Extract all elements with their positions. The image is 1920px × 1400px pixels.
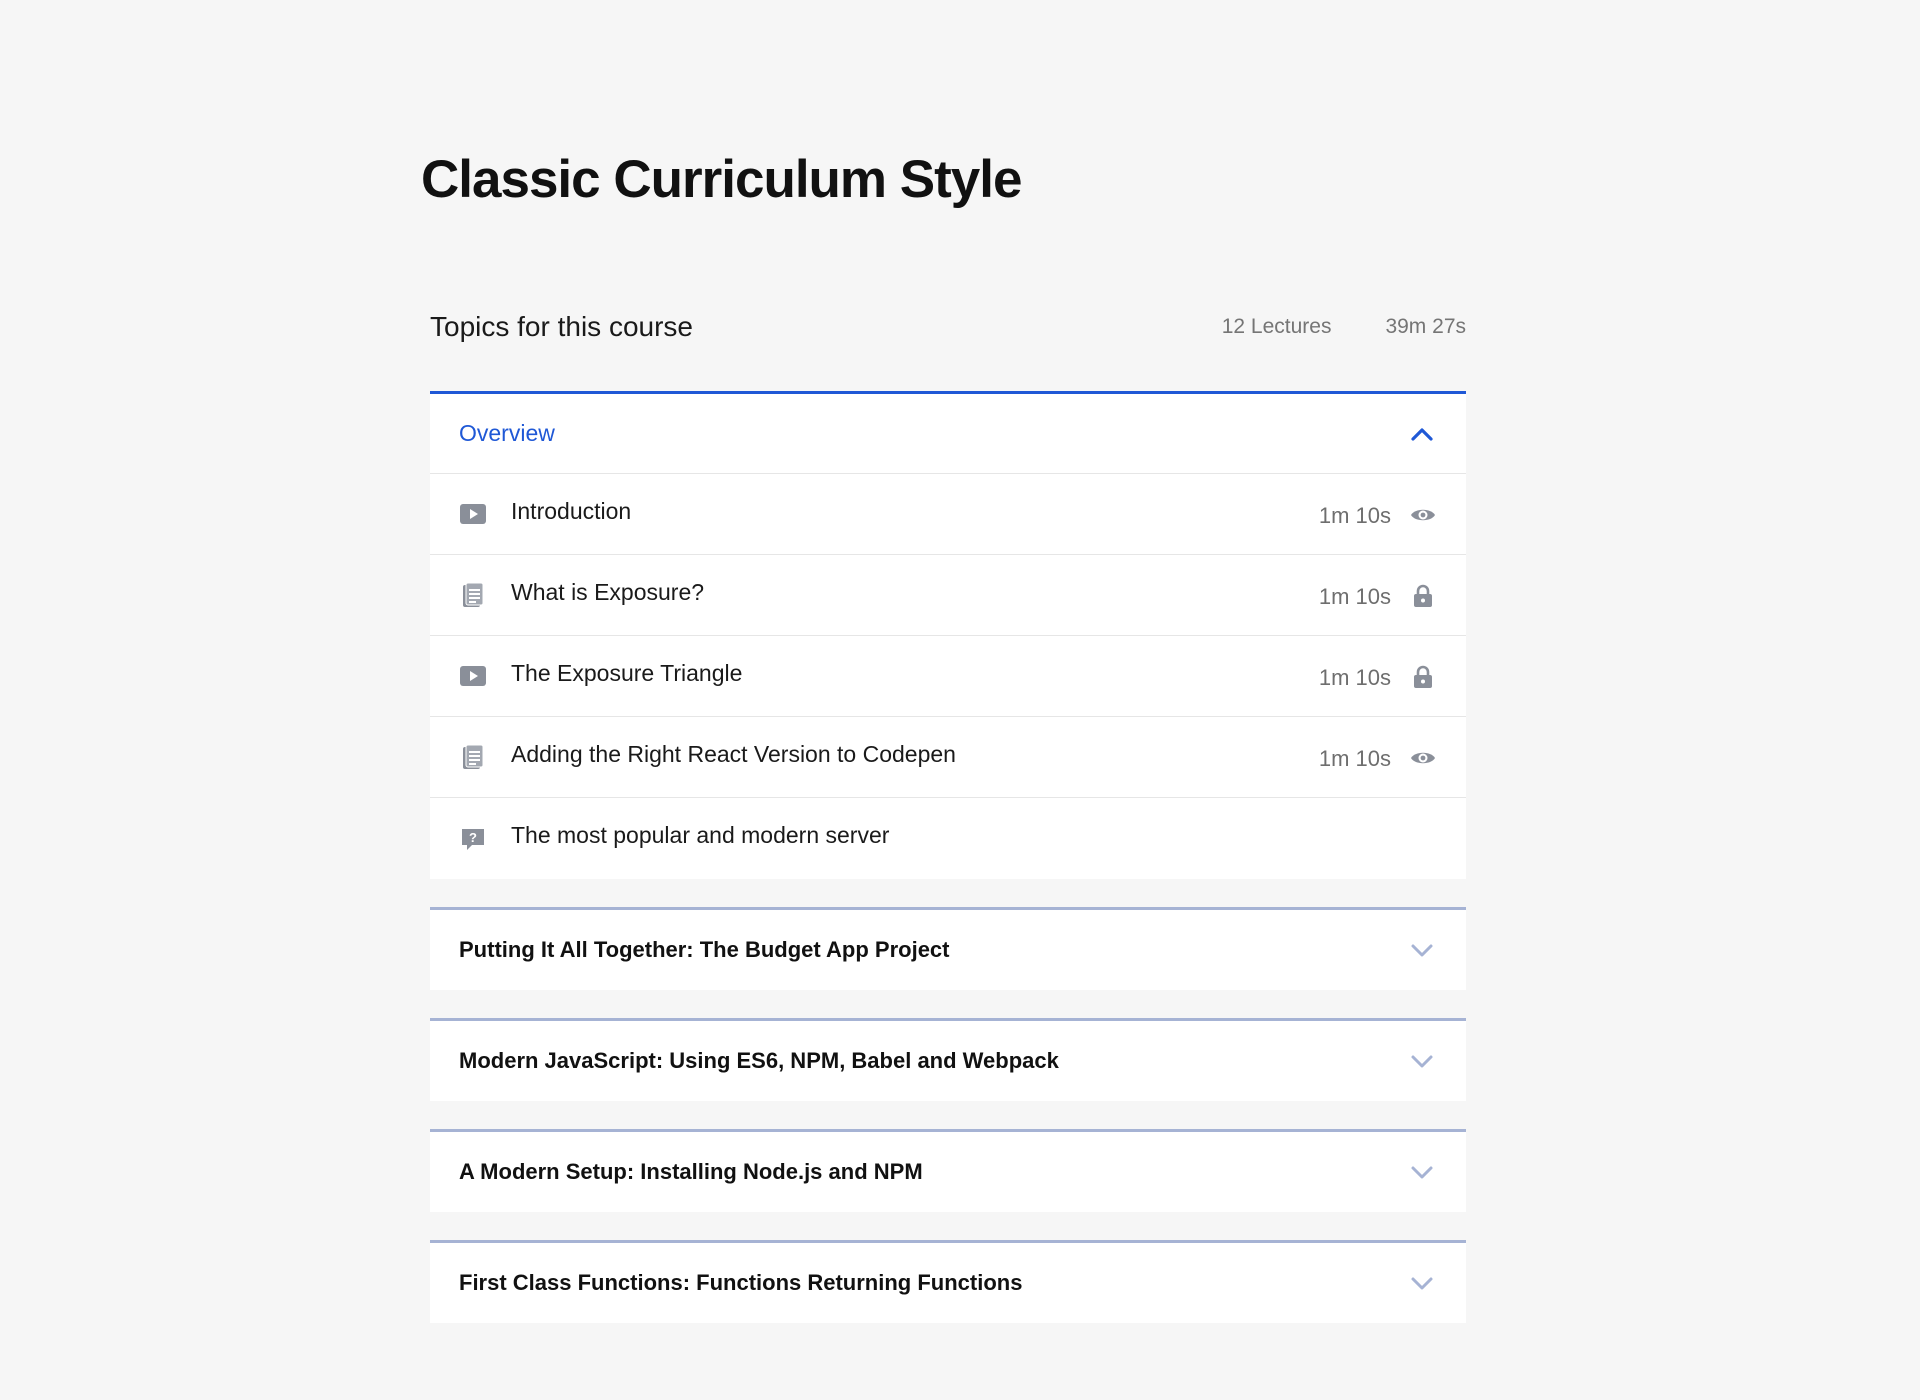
- page-title: Classic Curriculum Style: [421, 150, 1022, 209]
- chevron-down-icon[interactable]: [1407, 935, 1437, 965]
- lock-icon[interactable]: [1409, 663, 1437, 691]
- section-title: Modern JavaScript: Using ES6, NPM, Babel…: [459, 1048, 1059, 1073]
- quiz-icon: ?: [459, 825, 487, 853]
- lecture-title: What is Exposure?: [511, 578, 705, 605]
- topics-stats: 12 Lectures 39m 27s: [1222, 315, 1466, 339]
- video-icon: [459, 662, 487, 690]
- total-duration: 39m 27s: [1385, 315, 1466, 338]
- chevron-down-icon[interactable]: [1407, 1046, 1437, 1076]
- section-title: Putting It All Together: The Budget App …: [459, 937, 950, 962]
- svg-text:?: ?: [469, 830, 477, 845]
- eye-icon[interactable]: [1409, 744, 1437, 772]
- lecture-title: Adding the Right React Version to Codepe…: [511, 740, 956, 767]
- chevron-up-icon[interactable]: [1407, 419, 1437, 449]
- lecture-title: The most popular and modern server: [511, 822, 890, 848]
- section-collapsed: A Modern Setup: Installing Node.js and N…: [430, 1129, 1466, 1212]
- section-header[interactable]: Modern JavaScript: Using ES6, NPM, Babel…: [430, 1021, 1466, 1101]
- lock-icon[interactable]: [1409, 582, 1437, 610]
- section-collapsed: First Class Functions: Functions Returni…: [430, 1240, 1466, 1323]
- section-header[interactable]: Putting It All Together: The Budget App …: [430, 910, 1466, 990]
- section-collapsed: Putting It All Together: The Budget App …: [430, 907, 1466, 990]
- lecture-duration: 1m 10s: [1318, 665, 1391, 690]
- section-title: A Modern Setup: Installing Node.js and N…: [459, 1159, 923, 1184]
- topics-title: Topics for this course: [430, 311, 693, 342]
- lecture-title: The Exposure Triangle: [511, 659, 743, 686]
- page: Classic Curriculum Style Topics for this…: [0, 0, 1920, 1400]
- chevron-down-icon[interactable]: [1407, 1157, 1437, 1187]
- lecture-row[interactable]: What is Exposure? 1m 10s: [430, 555, 1466, 636]
- document-icon: [459, 581, 487, 609]
- lectures-count: 12 Lectures: [1221, 315, 1332, 338]
- document-icon: [459, 743, 487, 771]
- lecture-title: Introduction: [511, 497, 632, 524]
- lecture-row[interactable]: ? The most popular and modern server: [430, 798, 1466, 879]
- section-collapsed: Modern JavaScript: Using ES6, NPM, Babel…: [430, 1018, 1466, 1101]
- lecture-row[interactable]: Introduction 1m 10s: [430, 474, 1466, 555]
- chevron-down-icon[interactable]: [1407, 1268, 1437, 1298]
- section-header[interactable]: First Class Functions: Functions Returni…: [430, 1243, 1466, 1323]
- lecture-duration: 1m 10s: [1318, 503, 1391, 528]
- lecture-duration: 1m 10s: [1318, 584, 1391, 609]
- section-overview: Overview Introduction 1m 10s What is Exp…: [430, 391, 1466, 879]
- section-header[interactable]: A Modern Setup: Installing Node.js and N…: [430, 1132, 1466, 1212]
- lecture-duration: 1m 10s: [1318, 746, 1391, 771]
- video-icon: [459, 500, 487, 528]
- curriculum-list: Overview Introduction 1m 10s What is Exp…: [430, 391, 1466, 1351]
- eye-icon[interactable]: [1409, 501, 1437, 529]
- lecture-row[interactable]: Adding the Right React Version to Codepe…: [430, 717, 1466, 798]
- section-title: Overview: [459, 420, 555, 446]
- section-header[interactable]: Overview: [430, 394, 1466, 474]
- section-title: First Class Functions: Functions Returni…: [459, 1270, 1023, 1295]
- lecture-row[interactable]: The Exposure Triangle 1m 10s: [430, 636, 1466, 717]
- topics-header: Topics for this course 12 Lectures 39m 2…: [430, 305, 1466, 349]
